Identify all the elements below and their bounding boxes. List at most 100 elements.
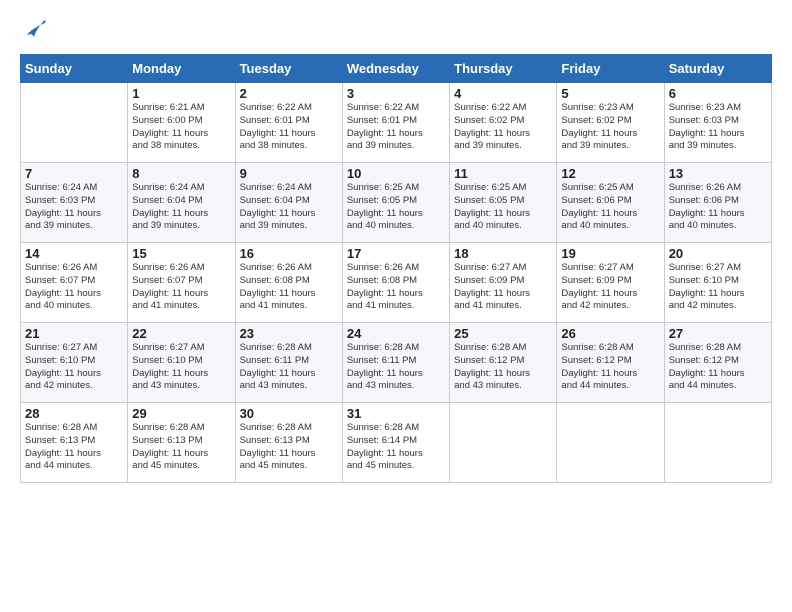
day-number: 6 [669,86,767,101]
calendar-cell: 6Sunrise: 6:23 AMSunset: 6:03 PMDaylight… [664,83,771,163]
calendar-cell: 22Sunrise: 6:27 AMSunset: 6:10 PMDayligh… [128,323,235,403]
day-info: Sunrise: 6:24 AMSunset: 6:04 PMDaylight:… [240,182,338,233]
day-info: Sunrise: 6:22 AMSunset: 6:01 PMDaylight:… [347,102,445,153]
calendar-cell: 18Sunrise: 6:27 AMSunset: 6:09 PMDayligh… [450,243,557,323]
col-header-saturday: Saturday [664,55,771,83]
day-number: 9 [240,166,338,181]
calendar-cell: 2Sunrise: 6:22 AMSunset: 6:01 PMDaylight… [235,83,342,163]
calendar-cell: 13Sunrise: 6:26 AMSunset: 6:06 PMDayligh… [664,163,771,243]
calendar-cell: 26Sunrise: 6:28 AMSunset: 6:12 PMDayligh… [557,323,664,403]
day-info: Sunrise: 6:28 AMSunset: 6:11 PMDaylight:… [347,342,445,393]
day-number: 1 [132,86,230,101]
day-info: Sunrise: 6:27 AMSunset: 6:10 PMDaylight:… [669,262,767,313]
day-number: 28 [25,406,123,421]
calendar-cell: 27Sunrise: 6:28 AMSunset: 6:12 PMDayligh… [664,323,771,403]
day-number: 29 [132,406,230,421]
day-info: Sunrise: 6:26 AMSunset: 6:07 PMDaylight:… [25,262,123,313]
day-info: Sunrise: 6:22 AMSunset: 6:02 PMDaylight:… [454,102,552,153]
day-info: Sunrise: 6:27 AMSunset: 6:09 PMDaylight:… [454,262,552,313]
week-row-3: 14Sunrise: 6:26 AMSunset: 6:07 PMDayligh… [21,243,772,323]
col-header-sunday: Sunday [21,55,128,83]
day-info: Sunrise: 6:28 AMSunset: 6:11 PMDaylight:… [240,342,338,393]
day-number: 5 [561,86,659,101]
calendar-cell: 9Sunrise: 6:24 AMSunset: 6:04 PMDaylight… [235,163,342,243]
calendar-cell: 10Sunrise: 6:25 AMSunset: 6:05 PMDayligh… [342,163,449,243]
day-number: 10 [347,166,445,181]
day-number: 12 [561,166,659,181]
calendar-cell: 7Sunrise: 6:24 AMSunset: 6:03 PMDaylight… [21,163,128,243]
calendar-cell: 29Sunrise: 6:28 AMSunset: 6:13 PMDayligh… [128,403,235,483]
header [20,16,772,44]
day-info: Sunrise: 6:24 AMSunset: 6:03 PMDaylight:… [25,182,123,233]
day-number: 22 [132,326,230,341]
calendar-cell: 8Sunrise: 6:24 AMSunset: 6:04 PMDaylight… [128,163,235,243]
day-number: 8 [132,166,230,181]
day-info: Sunrise: 6:28 AMSunset: 6:14 PMDaylight:… [347,422,445,473]
col-header-tuesday: Tuesday [235,55,342,83]
week-row-5: 28Sunrise: 6:28 AMSunset: 6:13 PMDayligh… [21,403,772,483]
day-number: 31 [347,406,445,421]
day-info: Sunrise: 6:26 AMSunset: 6:07 PMDaylight:… [132,262,230,313]
calendar-cell: 30Sunrise: 6:28 AMSunset: 6:13 PMDayligh… [235,403,342,483]
day-info: Sunrise: 6:22 AMSunset: 6:01 PMDaylight:… [240,102,338,153]
day-number: 16 [240,246,338,261]
day-info: Sunrise: 6:25 AMSunset: 6:06 PMDaylight:… [561,182,659,233]
day-number: 18 [454,246,552,261]
day-number: 2 [240,86,338,101]
logo [20,16,52,44]
day-info: Sunrise: 6:28 AMSunset: 6:12 PMDaylight:… [454,342,552,393]
week-row-2: 7Sunrise: 6:24 AMSunset: 6:03 PMDaylight… [21,163,772,243]
day-info: Sunrise: 6:28 AMSunset: 6:13 PMDaylight:… [132,422,230,473]
calendar-cell: 23Sunrise: 6:28 AMSunset: 6:11 PMDayligh… [235,323,342,403]
header-row: SundayMondayTuesdayWednesdayThursdayFrid… [21,55,772,83]
day-info: Sunrise: 6:26 AMSunset: 6:08 PMDaylight:… [240,262,338,313]
day-number: 15 [132,246,230,261]
day-info: Sunrise: 6:24 AMSunset: 6:04 PMDaylight:… [132,182,230,233]
calendar-cell: 1Sunrise: 6:21 AMSunset: 6:00 PMDaylight… [128,83,235,163]
day-info: Sunrise: 6:25 AMSunset: 6:05 PMDaylight:… [454,182,552,233]
calendar-cell [21,83,128,163]
calendar-cell: 20Sunrise: 6:27 AMSunset: 6:10 PMDayligh… [664,243,771,323]
day-info: Sunrise: 6:23 AMSunset: 6:03 PMDaylight:… [669,102,767,153]
calendar-cell: 17Sunrise: 6:26 AMSunset: 6:08 PMDayligh… [342,243,449,323]
logo-icon [20,16,48,44]
calendar-cell [664,403,771,483]
week-row-1: 1Sunrise: 6:21 AMSunset: 6:00 PMDaylight… [21,83,772,163]
day-number: 25 [454,326,552,341]
day-info: Sunrise: 6:26 AMSunset: 6:06 PMDaylight:… [669,182,767,233]
day-number: 19 [561,246,659,261]
day-number: 23 [240,326,338,341]
calendar-cell: 21Sunrise: 6:27 AMSunset: 6:10 PMDayligh… [21,323,128,403]
day-number: 11 [454,166,552,181]
day-number: 13 [669,166,767,181]
calendar-cell: 5Sunrise: 6:23 AMSunset: 6:02 PMDaylight… [557,83,664,163]
calendar-cell: 15Sunrise: 6:26 AMSunset: 6:07 PMDayligh… [128,243,235,323]
col-header-wednesday: Wednesday [342,55,449,83]
page: SundayMondayTuesdayWednesdayThursdayFrid… [0,0,792,612]
day-info: Sunrise: 6:28 AMSunset: 6:12 PMDaylight:… [561,342,659,393]
day-number: 30 [240,406,338,421]
day-number: 27 [669,326,767,341]
day-number: 14 [25,246,123,261]
calendar-table: SundayMondayTuesdayWednesdayThursdayFrid… [20,54,772,483]
calendar-cell: 16Sunrise: 6:26 AMSunset: 6:08 PMDayligh… [235,243,342,323]
day-info: Sunrise: 6:26 AMSunset: 6:08 PMDaylight:… [347,262,445,313]
calendar-cell: 4Sunrise: 6:22 AMSunset: 6:02 PMDaylight… [450,83,557,163]
day-info: Sunrise: 6:25 AMSunset: 6:05 PMDaylight:… [347,182,445,233]
calendar-cell: 11Sunrise: 6:25 AMSunset: 6:05 PMDayligh… [450,163,557,243]
day-number: 26 [561,326,659,341]
day-info: Sunrise: 6:28 AMSunset: 6:12 PMDaylight:… [669,342,767,393]
week-row-4: 21Sunrise: 6:27 AMSunset: 6:10 PMDayligh… [21,323,772,403]
calendar-cell: 24Sunrise: 6:28 AMSunset: 6:11 PMDayligh… [342,323,449,403]
day-number: 21 [25,326,123,341]
col-header-monday: Monday [128,55,235,83]
day-number: 3 [347,86,445,101]
col-header-friday: Friday [557,55,664,83]
day-number: 24 [347,326,445,341]
calendar-cell: 3Sunrise: 6:22 AMSunset: 6:01 PMDaylight… [342,83,449,163]
day-info: Sunrise: 6:27 AMSunset: 6:10 PMDaylight:… [132,342,230,393]
day-info: Sunrise: 6:23 AMSunset: 6:02 PMDaylight:… [561,102,659,153]
day-info: Sunrise: 6:27 AMSunset: 6:10 PMDaylight:… [25,342,123,393]
day-info: Sunrise: 6:28 AMSunset: 6:13 PMDaylight:… [25,422,123,473]
calendar-cell [450,403,557,483]
